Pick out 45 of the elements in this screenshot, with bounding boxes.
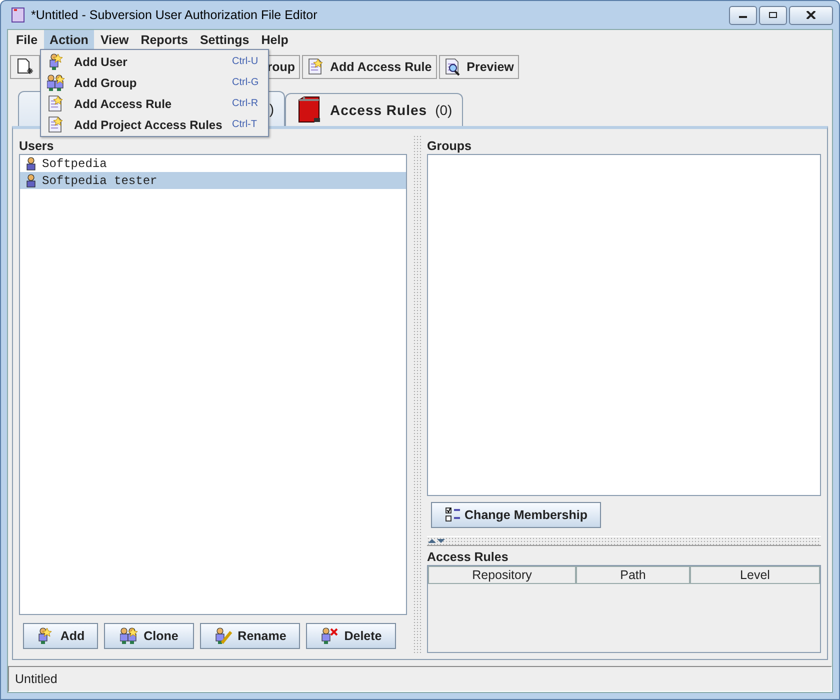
window-title: *Untitled - Subversion User Authorization File Editor	[31, 8, 318, 22]
column-header[interactable]: Path	[576, 566, 690, 584]
close-button[interactable]	[789, 6, 833, 24]
user-icon	[26, 156, 36, 170]
toolbar-button[interactable]: Preview	[438, 55, 519, 79]
add-button[interactable]: Add	[23, 623, 98, 649]
user-icon	[26, 174, 36, 188]
menu-item[interactable]: File	[10, 30, 44, 50]
users-heading: Users	[19, 139, 55, 153]
collapse-arrows-icon[interactable]	[427, 538, 445, 544]
status-bar: Untitled	[8, 666, 832, 692]
menu-item[interactable]: Add Access Rule Ctrl-R	[41, 93, 268, 114]
maximize-button[interactable]	[759, 6, 787, 24]
groups-heading: Groups	[427, 139, 472, 153]
access-rules-heading: Access Rules	[427, 550, 510, 564]
change-membership-button[interactable]: Change Membership	[431, 502, 601, 528]
user-pencil-icon	[214, 627, 234, 645]
rename-button[interactable]: Rename	[200, 623, 300, 649]
new-document-icon	[15, 58, 35, 76]
users-plus-icon	[120, 627, 140, 645]
clone-button[interactable]: Clone	[104, 623, 194, 649]
user-item[interactable]: Softpedia tester	[20, 172, 406, 189]
menu-item[interactable]: Add User Ctrl-U	[41, 51, 268, 72]
maximize-icon	[768, 11, 778, 19]
menu-item[interactable]: Add Project Access Rules Ctrl-T	[41, 114, 268, 135]
menu-item[interactable]: Add Group Ctrl-G	[41, 72, 268, 93]
toolbar-button[interactable]: Add Access Rule	[302, 55, 437, 79]
column-header[interactable]: Level	[690, 566, 820, 584]
app-icon	[11, 7, 25, 23]
book-icon	[296, 96, 322, 124]
menu-item[interactable]: Action	[44, 30, 94, 50]
user-cross-icon	[320, 627, 340, 645]
users-plus-icon	[47, 74, 67, 92]
minimize-button[interactable]	[729, 6, 757, 24]
new-button[interactable]	[10, 55, 40, 79]
user-item[interactable]: Softpedia	[20, 155, 406, 172]
menu-item[interactable]: Reports	[134, 30, 194, 50]
delete-button[interactable]: Delete	[306, 623, 396, 649]
checklist-icon	[444, 507, 461, 523]
close-icon	[806, 11, 816, 19]
menu-item[interactable]: Settings	[194, 30, 256, 50]
menu-item[interactable]: Help	[255, 30, 294, 50]
column-header[interactable]: Repository	[428, 566, 576, 584]
tab[interactable]: Access Rules (0)	[285, 93, 464, 126]
menu-item[interactable]: View	[94, 30, 135, 50]
